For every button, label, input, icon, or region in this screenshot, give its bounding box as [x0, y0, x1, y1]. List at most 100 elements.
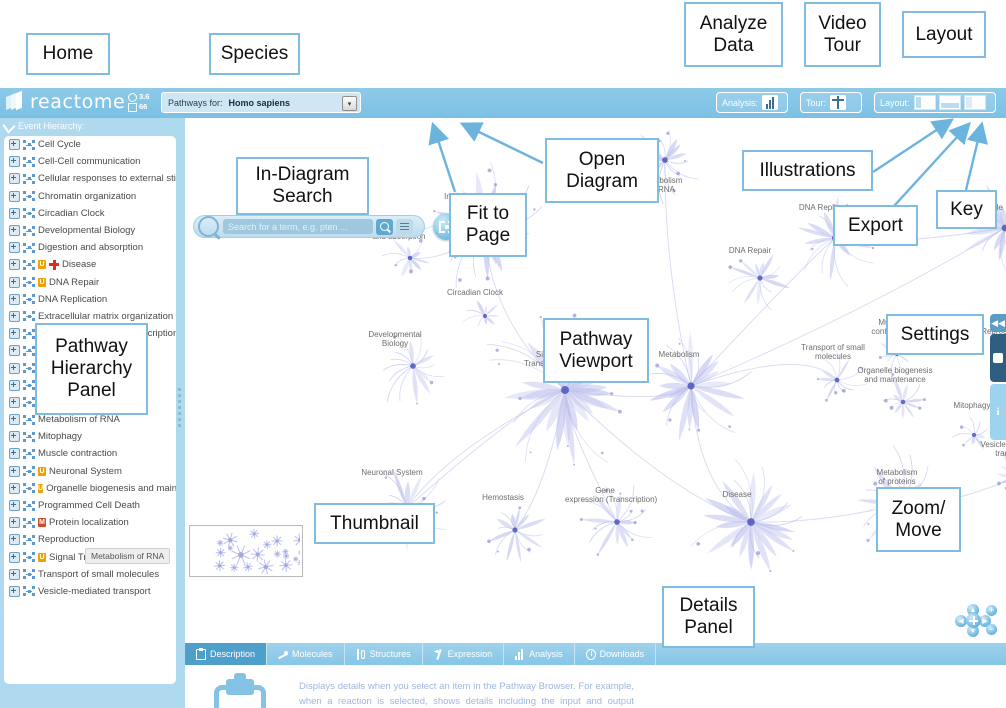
reactome-logo-icon	[6, 90, 26, 112]
tour-button[interactable]: Tour:	[800, 92, 862, 113]
hierarchy-item[interactable]: Developmental Biology	[4, 222, 176, 239]
hierarchy-item[interactable]: Mitophagy	[4, 428, 176, 445]
callout-open-diagram: Open Diagram	[545, 138, 659, 203]
expand-icon[interactable]	[9, 414, 20, 426]
analysis-side-tab[interactable]	[990, 334, 1006, 382]
reactome-logo[interactable]: reactome	[6, 90, 125, 113]
expand-icon[interactable]	[9, 310, 20, 322]
pathway-label[interactable]: Vesicle-mediatedtransport	[971, 440, 1006, 458]
expand-icon[interactable]	[9, 207, 20, 219]
hierarchy-item[interactable]: U Neuronal System	[4, 463, 176, 480]
collapse-panel-tab[interactable]: ◀◀	[990, 314, 1006, 332]
callout-illustrations: Illustrations	[742, 150, 873, 191]
search-input[interactable]: Search for a term, e.g. pten ...	[223, 219, 373, 234]
expand-icon[interactable]	[9, 190, 20, 202]
expand-icon[interactable]	[9, 156, 20, 168]
hierarchy-item-label: Cell-Cell communication	[38, 156, 141, 168]
hierarchy-item[interactable]: Circadian Clock	[4, 205, 176, 222]
in-diagram-search[interactable]: Search for a term, e.g. pten ...	[193, 215, 425, 238]
pathway-icon	[23, 259, 35, 271]
hierarchy-item[interactable]: Cell Cycle	[4, 136, 176, 153]
recenter-button[interactable]	[966, 613, 981, 628]
expand-icon[interactable]	[9, 482, 20, 494]
expand-icon[interactable]	[9, 362, 20, 374]
search-small-icon	[380, 222, 389, 231]
tab-analysis[interactable]: Analysis	[504, 643, 575, 665]
hierarchy-item-label: DNA Repair	[49, 276, 100, 288]
expand-icon[interactable]	[9, 517, 20, 529]
diagram-thumbnail[interactable]	[189, 525, 303, 577]
hierarchy-item[interactable]: Digestion and absorption	[4, 239, 176, 256]
tab-molecules[interactable]: Molecules	[267, 643, 345, 665]
tab-structures[interactable]: Structures	[345, 643, 423, 665]
expand-icon[interactable]	[9, 379, 20, 391]
species-selector-value: Homo sapiens	[228, 97, 291, 108]
pathway-label[interactable]: Transport of small molecules	[793, 343, 873, 361]
search-filter-button[interactable]	[396, 218, 413, 235]
expand-icon[interactable]	[9, 500, 20, 512]
hierarchy-item[interactable]: Transport of small molecules	[4, 566, 176, 583]
pathway-icon	[23, 465, 35, 477]
pathway-label[interactable]: Organelle biogenesis and maintenance	[855, 366, 935, 384]
chevron-down-icon[interactable]: ▾	[342, 96, 357, 111]
pathway-label[interactable]: Neuronal System	[352, 468, 432, 477]
hierarchy-item[interactable]: Reproduction	[4, 531, 176, 548]
expand-icon[interactable]	[9, 139, 20, 151]
zoom-out-button[interactable]: −	[986, 624, 997, 635]
expand-icon[interactable]	[9, 568, 20, 580]
expand-icon[interactable]	[9, 431, 20, 443]
pathway-label[interactable]: Gene expression (Transcription)	[565, 486, 657, 504]
hierarchy-item[interactable]: M Protein localization	[4, 514, 176, 531]
species-selector[interactable]: Pathways for: Homo sapiens ▾	[161, 92, 361, 113]
zoom-move-control[interactable]: ▲ ▼ ◀ ▶ + −	[952, 603, 998, 637]
hierarchy-item[interactable]: U Disease	[4, 256, 176, 273]
panel-drag-handle[interactable]: • • •	[585, 658, 603, 667]
expand-icon[interactable]	[9, 465, 20, 477]
expand-icon[interactable]	[9, 328, 20, 340]
expand-icon[interactable]	[9, 225, 20, 237]
pathway-label[interactable]: Metabolism	[639, 350, 719, 359]
pathway-label[interactable]: Disease	[697, 490, 777, 499]
hierarchy-item[interactable]: Chromatin organization	[4, 188, 176, 205]
tab-description[interactable]: Description	[185, 643, 268, 665]
analysis-chart-icon	[762, 95, 779, 110]
hierarchy-item[interactable]: DNA Replication	[4, 291, 176, 308]
tab-label: Analysis	[529, 649, 563, 659]
pathway-label[interactable]: Metabolism of proteins	[857, 468, 937, 486]
expand-icon[interactable]	[9, 173, 20, 185]
hierarchy-item[interactable]: Cellular responses to external stimuli	[4, 170, 176, 187]
pathway-label[interactable]: Circadian Clock	[435, 288, 515, 297]
expand-icon[interactable]	[9, 293, 20, 305]
hierarchy-item[interactable]: UOrganelle biogenesis and maintenance	[4, 480, 176, 497]
pathway-label[interactable]: DNA Repair	[710, 246, 790, 255]
expand-icon[interactable]	[9, 345, 20, 357]
pathway-label[interactable]: Developmental Biology	[355, 330, 435, 348]
search-submit-button[interactable]	[376, 218, 393, 235]
hierarchy-item[interactable]: Vesicle-mediated transport	[4, 583, 176, 600]
pathway-icon	[23, 551, 35, 563]
expand-icon[interactable]	[9, 276, 20, 288]
clipboard-icon	[210, 673, 270, 708]
sidebar-scroll-grip[interactable]	[178, 388, 181, 428]
expand-icon[interactable]	[9, 242, 20, 254]
expand-icon[interactable]	[9, 396, 20, 408]
expand-icon[interactable]	[9, 448, 20, 460]
details-panel[interactable]: Description Molecules Structures Expression…	[185, 643, 1006, 708]
expand-icon[interactable]	[9, 585, 20, 597]
analysis-button[interactable]: Analysis:	[716, 92, 788, 113]
tab-expression[interactable]: Expression	[423, 643, 505, 665]
expand-icon[interactable]	[9, 551, 20, 563]
hierarchy-item[interactable]: Programmed Cell Death	[4, 497, 176, 514]
right-tab-strip[interactable]: ◀◀ i	[990, 314, 1006, 442]
hierarchy-item[interactable]: U DNA Repair	[4, 274, 176, 291]
pathway-icon	[23, 517, 35, 529]
expand-icon[interactable]	[9, 259, 20, 271]
zoom-in-button[interactable]: +	[986, 605, 997, 616]
hierarchy-item[interactable]: Cell-Cell communication	[4, 153, 176, 170]
settings-info-tab[interactable]: i	[990, 384, 1006, 440]
pathway-label[interactable]: Hemostasis	[463, 493, 543, 502]
hierarchy-item[interactable]: Muscle contraction	[4, 445, 176, 462]
layout-button[interactable]: Layout:	[874, 92, 996, 113]
pencil-icon	[2, 118, 16, 134]
expand-icon[interactable]	[9, 534, 20, 546]
